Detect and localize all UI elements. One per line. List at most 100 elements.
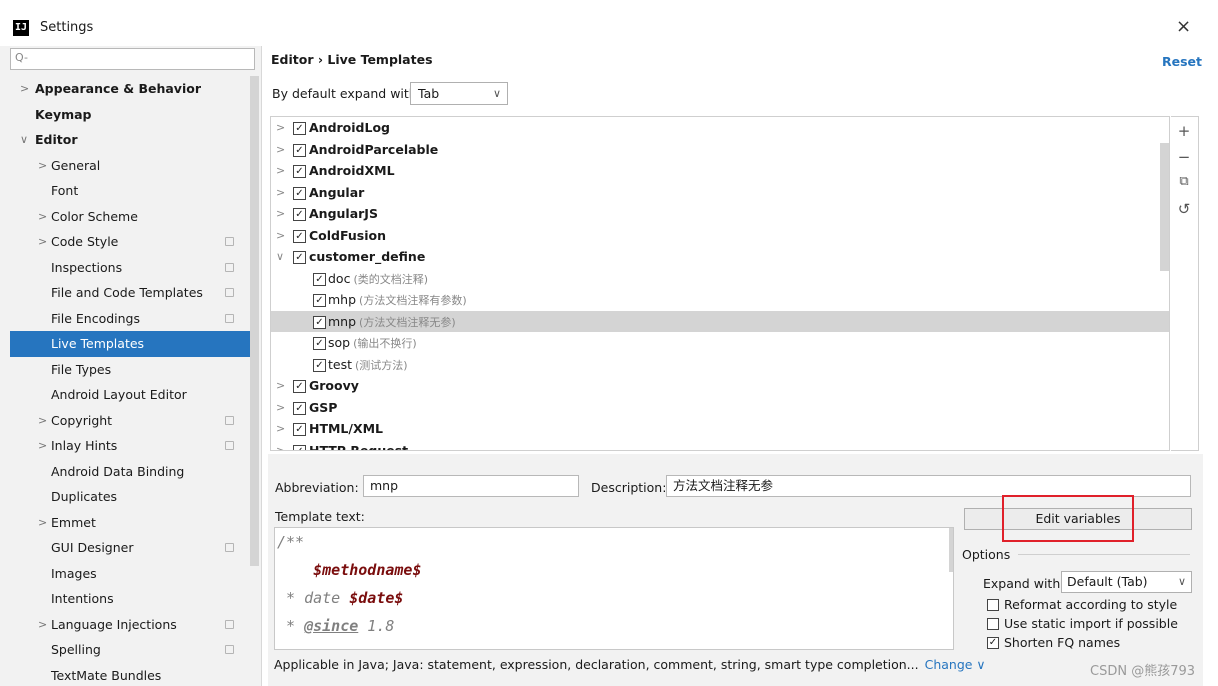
sidebar-item-font[interactable]: Font xyxy=(10,178,250,204)
chevron-right-icon[interactable]: > xyxy=(276,418,285,440)
sidebar-item-keymap[interactable]: Keymap xyxy=(10,102,250,128)
sidebar-scrollbar[interactable] xyxy=(250,76,259,566)
restore-icon[interactable]: ↺ xyxy=(1171,200,1197,218)
change-contexts-link[interactable]: Change ∨ xyxy=(925,657,986,672)
template-checkbox[interactable]: ✓ xyxy=(293,186,306,200)
add-icon[interactable]: + xyxy=(1171,122,1197,140)
sidebar-item-color-scheme[interactable]: > Color Scheme xyxy=(10,204,250,230)
template-group-row[interactable]: > ✓ HTTP Request xyxy=(271,440,1169,451)
sidebar-item-images[interactable]: Images xyxy=(10,561,250,587)
template-checkbox[interactable]: ✓ xyxy=(293,165,306,178)
chevron-right-icon[interactable]: > xyxy=(38,612,47,638)
sidebar-item-language-injections[interactable]: > Language Injections xyxy=(10,612,250,638)
template-group-row[interactable]: > ✓ Groovy xyxy=(271,375,1169,397)
template-checkbox[interactable]: ✓ xyxy=(313,272,326,286)
sidebar-item-android-data-binding[interactable]: Android Data Binding xyxy=(10,459,250,485)
chevron-right-icon[interactable]: > xyxy=(276,182,285,204)
option-checkbox[interactable] xyxy=(987,599,999,611)
template-checkbox[interactable]: ✓ xyxy=(293,208,306,221)
template-checkbox[interactable]: ✓ xyxy=(313,358,326,372)
sidebar-item-file-and-code-templates[interactable]: File and Code Templates xyxy=(10,280,250,306)
template-text-editor[interactable]: /** $methodname$ * date $date$ * @since … xyxy=(274,527,954,650)
option-checkbox[interactable]: ✓ xyxy=(987,637,999,649)
chevron-right-icon[interactable]: > xyxy=(38,204,47,230)
project-scope-icon xyxy=(225,288,234,297)
sidebar-item-spelling[interactable]: Spelling xyxy=(10,637,250,663)
template-checkbox[interactable]: ✓ xyxy=(293,251,306,264)
chevron-right-icon[interactable]: > xyxy=(276,139,285,161)
sidebar-item-textmate-bundles[interactable]: TextMate Bundles xyxy=(10,663,250,686)
template-checkbox[interactable]: ✓ xyxy=(293,401,306,415)
sidebar-item-editor[interactable]: ∨ Editor xyxy=(10,127,250,153)
sidebar-item-inlay-hints[interactable]: > Inlay Hints xyxy=(10,433,250,459)
expand-with-select[interactable]: Default (Tab) ∨ xyxy=(1061,571,1192,593)
sidebar-item-android-layout-editor[interactable]: Android Layout Editor xyxy=(10,382,250,408)
template-text-label: Template text: xyxy=(275,509,365,524)
sidebar-item-emmet[interactable]: > Emmet xyxy=(10,510,250,536)
template-checkbox[interactable]: ✓ xyxy=(293,143,306,157)
template-group-row[interactable]: > ✓ HTML/XML xyxy=(271,418,1169,440)
template-checkbox[interactable]: ✓ xyxy=(293,122,306,135)
remove-icon[interactable]: − xyxy=(1171,148,1197,166)
sidebar-item-gui-designer[interactable]: GUI Designer xyxy=(10,535,250,561)
settings-search-input[interactable]: Q- xyxy=(10,48,255,70)
sidebar-item-copyright[interactable]: > Copyright xyxy=(10,408,250,434)
template-group-row[interactable]: > ✓ AngularJS xyxy=(271,203,1169,225)
chevron-right-icon[interactable]: > xyxy=(38,433,47,459)
chevron-down-icon[interactable]: ∨ xyxy=(276,246,284,268)
reset-link[interactable]: Reset xyxy=(1162,54,1202,69)
sidebar-item-general[interactable]: > General xyxy=(10,153,250,179)
description-input[interactable]: 方法文档注释无参 xyxy=(666,475,1191,497)
template-checkbox[interactable]: ✓ xyxy=(293,423,306,436)
chevron-down-icon[interactable]: ∨ xyxy=(20,127,28,153)
close-icon[interactable]: × xyxy=(1176,16,1191,37)
template-group-row[interactable]: ∨ ✓ customer_define xyxy=(271,246,1169,268)
template-checkbox[interactable]: ✓ xyxy=(313,315,326,329)
copy-icon[interactable]: ⧉ xyxy=(1171,174,1197,189)
chevron-right-icon[interactable]: > xyxy=(276,203,285,225)
template-checkbox[interactable]: ✓ xyxy=(293,229,306,243)
chevron-right-icon[interactable]: > xyxy=(20,76,29,102)
sidebar-item-label: Copyright xyxy=(51,412,113,428)
chevron-right-icon[interactable]: > xyxy=(38,510,47,536)
template-checkbox[interactable]: ✓ xyxy=(293,444,306,450)
template-row[interactable]: ✓ doc (类的文档注释) xyxy=(271,268,1169,290)
chevron-right-icon[interactable]: > xyxy=(276,375,285,397)
default-expand-select[interactable]: Tab ∨ xyxy=(410,82,508,105)
sidebar-item-file-types[interactable]: File Types xyxy=(10,357,250,383)
template-row[interactable]: ✓ test (测试方法) xyxy=(271,354,1169,376)
template-row[interactable]: ✓ mhp (方法文档注释有参数) xyxy=(271,289,1169,311)
sidebar-item-duplicates[interactable]: Duplicates xyxy=(10,484,250,510)
editor-scrollbar[interactable] xyxy=(949,528,953,572)
sidebar-item-inspections[interactable]: Inspections xyxy=(10,255,250,281)
template-group-row[interactable]: > ✓ AndroidXML xyxy=(271,160,1169,182)
template-row[interactable]: ✓ sop (输出不换行) xyxy=(271,332,1169,354)
chevron-right-icon[interactable]: > xyxy=(38,229,47,255)
chevron-right-icon[interactable]: > xyxy=(276,225,285,247)
sidebar-item-file-encodings[interactable]: File Encodings xyxy=(10,306,250,332)
sidebar-item-appearance-behavior[interactable]: > Appearance & Behavior xyxy=(10,76,250,102)
tree-scrollbar[interactable] xyxy=(1160,143,1169,271)
template-row[interactable]: ✓ mnp (方法文档注释无参) xyxy=(271,310,1169,332)
project-scope-icon xyxy=(225,237,234,246)
template-checkbox[interactable]: ✓ xyxy=(313,294,326,307)
template-checkbox[interactable]: ✓ xyxy=(313,337,326,350)
chevron-right-icon[interactable]: > xyxy=(276,160,285,182)
chevron-right-icon[interactable]: > xyxy=(276,397,285,419)
template-group-row[interactable]: > ✓ AndroidParcelable xyxy=(271,139,1169,161)
app-logo-icon: IJ xyxy=(13,20,29,36)
template-group-row[interactable]: > ✓ GSP xyxy=(271,397,1169,419)
abbreviation-input[interactable]: mnp xyxy=(363,475,579,497)
chevron-right-icon[interactable]: > xyxy=(38,153,47,179)
template-checkbox[interactable]: ✓ xyxy=(293,380,306,393)
template-group-row[interactable]: > ✓ AndroidLog xyxy=(271,117,1169,139)
chevron-right-icon[interactable]: > xyxy=(38,408,47,434)
chevron-right-icon[interactable]: > xyxy=(276,440,285,451)
template-group-row[interactable]: > ✓ Angular xyxy=(271,182,1169,204)
chevron-right-icon[interactable]: > xyxy=(276,117,285,139)
sidebar-item-code-style[interactable]: > Code Style xyxy=(10,229,250,255)
sidebar-item-live-templates[interactable]: Live Templates xyxy=(10,331,250,357)
option-checkbox[interactable] xyxy=(987,618,999,630)
template-group-row[interactable]: > ✓ ColdFusion xyxy=(271,225,1169,247)
sidebar-item-intentions[interactable]: Intentions xyxy=(10,586,250,612)
